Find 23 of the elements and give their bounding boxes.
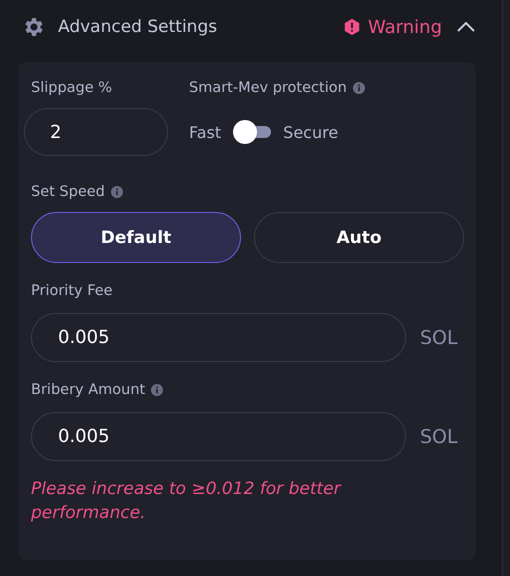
field-label: Slippage % <box>31 80 114 96</box>
warning-icon <box>342 18 361 36</box>
field-label: Priority Fee <box>31 283 113 299</box>
chevron-icon[interactable] <box>456 21 476 33</box>
unit-label: SOL <box>420 426 458 448</box>
slippage-input[interactable]: 2 <box>24 108 168 156</box>
field-label: Bribery Amount <box>31 382 146 398</box>
amount-input[interactable]: 0.005 <box>31 412 406 461</box>
speed-option[interactable]: Auto <box>254 212 464 263</box>
warning-label: Warning <box>368 16 442 38</box>
speed-option[interactable]: Default <box>31 212 241 263</box>
unit-label: SOL <box>420 326 458 348</box>
amount-input[interactable]: 0.005 <box>31 313 406 362</box>
warning-message: Please increase to ≥0.012 for better performance. <box>31 478 342 525</box>
mev-toggle[interactable] <box>233 120 272 144</box>
section-title: Advanced Settings <box>58 17 218 37</box>
field-label: Smart-Mev protection <box>189 80 347 96</box>
toggle-label: Secure <box>283 122 338 142</box>
info-icon <box>110 186 123 198</box>
info-icon <box>352 82 365 94</box>
info-icon <box>151 384 164 396</box>
field-label: Set Speed <box>31 184 105 200</box>
toggle-label: Fast <box>189 122 222 142</box>
